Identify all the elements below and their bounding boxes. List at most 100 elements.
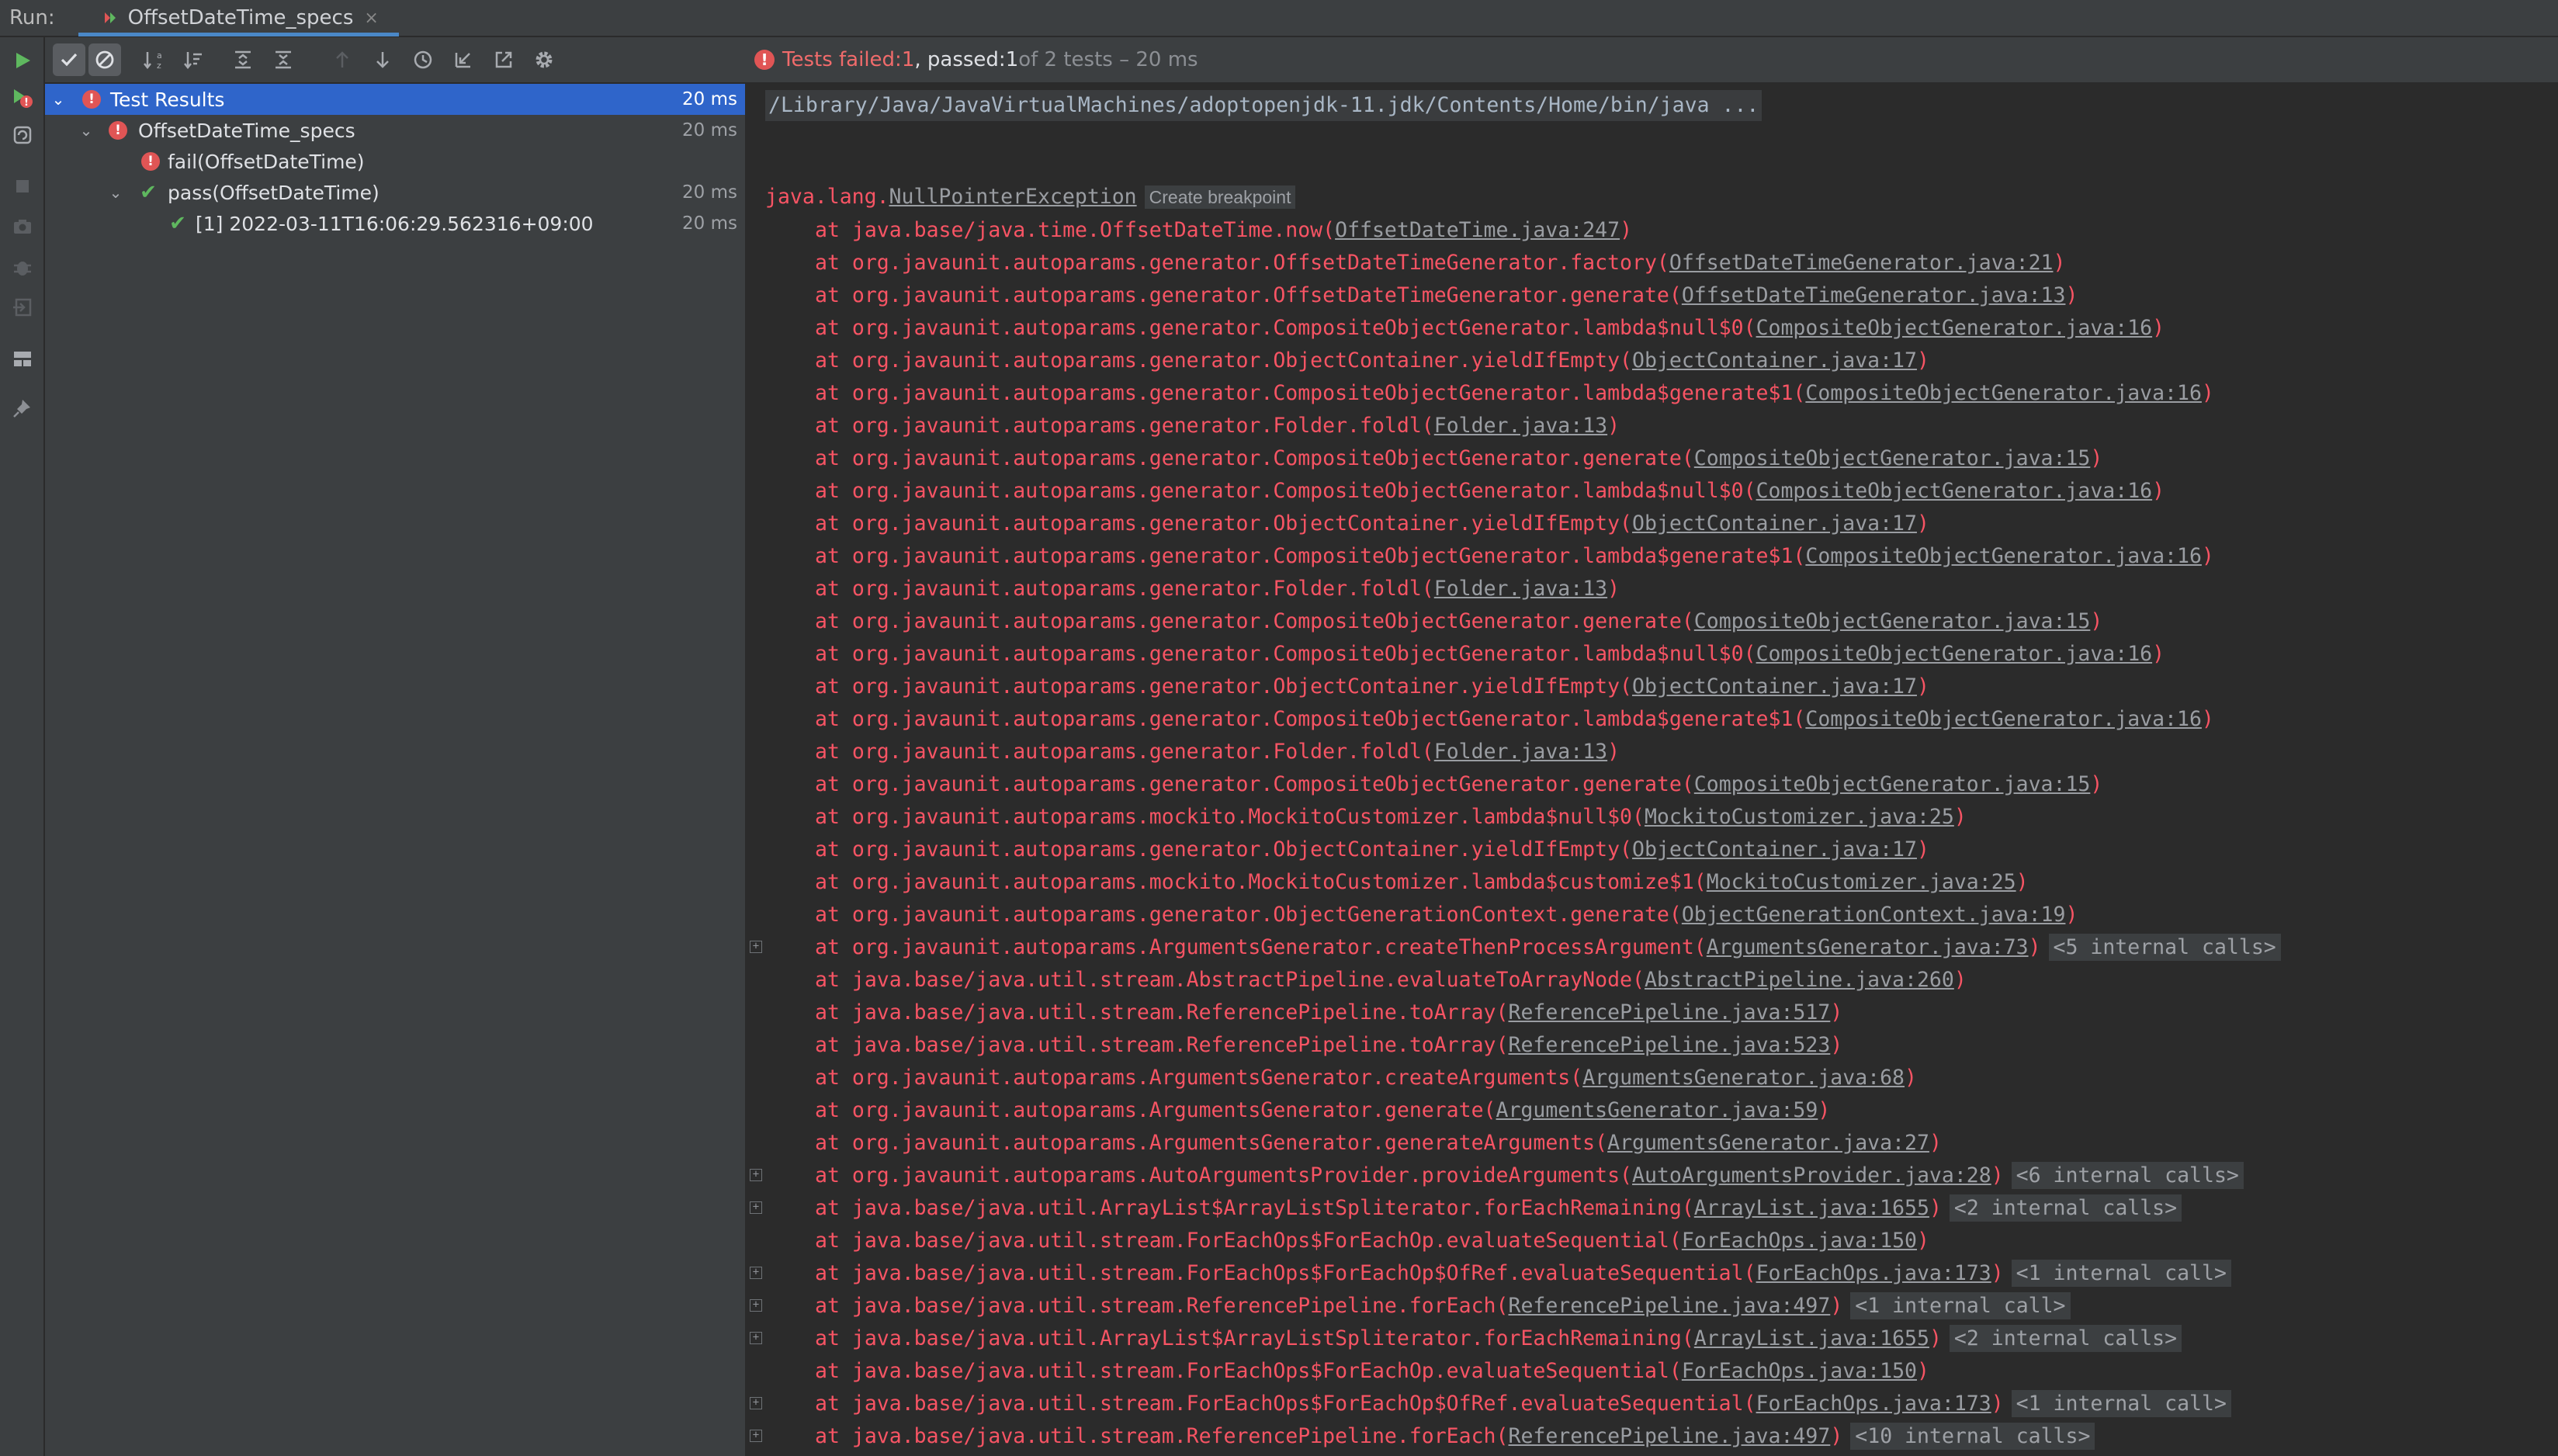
frame-source-link[interactable]: CompositeObjectGenerator.java:16 bbox=[1756, 316, 2153, 340]
frame-source-link[interactable]: AutoArgumentsProvider.java:28 bbox=[1632, 1163, 1991, 1187]
chevron-down-icon[interactable]: ⌄ bbox=[51, 90, 65, 109]
tree-row-fail-test[interactable]: ! fail(OffsetDateTime) bbox=[45, 146, 745, 177]
internal-calls-fold[interactable]: <1 internal call> bbox=[1850, 1292, 2071, 1319]
frame-source-link[interactable]: MockitoCustomizer.java:25 bbox=[1707, 870, 2016, 894]
toggle-auto-test-icon[interactable] bbox=[12, 124, 33, 146]
frame-source-link[interactable]: ReferencePipeline.java:517 bbox=[1508, 1000, 1830, 1024]
frame-source-link[interactable]: ArrayList.java:1655 bbox=[1694, 1326, 1929, 1350]
frame-method: org.javaunit.autoparams.generator.Offset… bbox=[851, 251, 1657, 275]
frame-source-link[interactable]: ForEachOps.java:150 bbox=[1682, 1359, 1917, 1383]
frame-at: at bbox=[815, 805, 852, 829]
chevron-down-icon[interactable]: ⌄ bbox=[109, 183, 123, 202]
create-breakpoint-link[interactable]: Create breakpoint bbox=[1144, 185, 1296, 209]
close-tab-icon[interactable]: × bbox=[364, 9, 378, 28]
paren: ) bbox=[1830, 1033, 1843, 1057]
settings-icon[interactable] bbox=[528, 43, 560, 76]
frame-source-link[interactable]: Folder.java:13 bbox=[1434, 577, 1607, 601]
tree-row-pass-test[interactable]: ⌄ ✔ pass(OffsetDateTime) 20 ms bbox=[45, 177, 745, 208]
frame-source-link[interactable]: ObjectGenerationContext.java:19 bbox=[1682, 903, 2066, 927]
internal-calls-fold[interactable]: <2 internal calls> bbox=[1949, 1325, 2182, 1352]
frame-source-link[interactable]: MockitoCustomizer.java:25 bbox=[1645, 805, 1954, 829]
frame-source-link[interactable]: ObjectContainer.java:17 bbox=[1632, 348, 1917, 373]
frame-source-link[interactable]: CompositeObjectGenerator.java:15 bbox=[1694, 446, 2091, 470]
internal-calls-fold[interactable]: <1 internal call> bbox=[2011, 1390, 2231, 1417]
internal-calls-fold[interactable]: <2 internal calls> bbox=[1949, 1194, 2182, 1222]
show-passed-icon[interactable] bbox=[53, 43, 85, 76]
frame-source-link[interactable]: CompositeObjectGenerator.java:16 bbox=[1805, 381, 2202, 405]
frame-source-link[interactable]: ForEachOps.java:173 bbox=[1756, 1261, 1991, 1285]
camera-icon[interactable] bbox=[12, 216, 33, 237]
sort-by-duration-icon[interactable] bbox=[177, 43, 210, 76]
expand-all-icon[interactable] bbox=[227, 43, 259, 76]
frame-source-link[interactable]: CompositeObjectGenerator.java:16 bbox=[1805, 544, 2202, 568]
history-icon[interactable] bbox=[407, 43, 439, 76]
tree-row-pass-invocation[interactable]: ✔ [1] 2022-03-11T16:06:29.562316+09:00 2… bbox=[45, 208, 745, 239]
previous-failed-icon[interactable] bbox=[326, 43, 359, 76]
frame-source-link[interactable]: ArgumentsGenerator.java:59 bbox=[1496, 1098, 1818, 1122]
internal-calls-fold[interactable]: <6 internal calls> bbox=[2011, 1162, 2244, 1189]
frame-source-link[interactable]: CompositeObjectGenerator.java:16 bbox=[1756, 479, 2153, 503]
tree-row-suite[interactable]: ⌄ ! OffsetDateTime_specs 20 ms bbox=[45, 115, 745, 146]
chevron-down-icon[interactable]: ⌄ bbox=[79, 121, 93, 140]
collapse-all-icon[interactable] bbox=[267, 43, 300, 76]
frame-source-link[interactable]: Folder.java:13 bbox=[1434, 740, 1607, 764]
stack-frame: at org.javaunit.autoparams.generator.Obj… bbox=[747, 671, 2558, 703]
expand-fold-icon[interactable]: + bbox=[750, 1169, 762, 1181]
frame-source-link[interactable]: ReferencePipeline.java:497 bbox=[1508, 1294, 1830, 1318]
exception-link[interactable]: NullPointerException bbox=[889, 185, 1137, 209]
frame-source-link[interactable]: ArgumentsGenerator.java:73 bbox=[1707, 935, 2029, 959]
next-failed-icon[interactable] bbox=[366, 43, 399, 76]
internal-calls-fold[interactable]: <1 internal call> bbox=[2011, 1260, 2231, 1287]
frame-source-link[interactable]: ObjectContainer.java:17 bbox=[1632, 511, 1917, 536]
paren: ( bbox=[1620, 674, 1633, 699]
export-tests-icon[interactable] bbox=[487, 43, 520, 76]
frame-source-link[interactable]: ObjectContainer.java:17 bbox=[1632, 674, 1917, 699]
frame-method: org.javaunit.autoparams.AutoArgumentsPro… bbox=[851, 1163, 1620, 1187]
frame-source-link[interactable]: ReferencePipeline.java:497 bbox=[1508, 1424, 1830, 1448]
expand-fold-icon[interactable]: + bbox=[750, 1267, 762, 1279]
expand-fold-icon[interactable]: + bbox=[750, 1201, 762, 1214]
stack-frame: at org.javaunit.autoparams.ArgumentsGene… bbox=[747, 1062, 2558, 1094]
frame-source-link[interactable]: ArgumentsGenerator.java:68 bbox=[1582, 1066, 1905, 1090]
tab-offsetdatetime-specs[interactable]: OffsetDateTime_specs × bbox=[78, 0, 399, 36]
pin-icon[interactable] bbox=[12, 397, 33, 419]
frame-source-link[interactable]: OffsetDateTimeGenerator.java:21 bbox=[1669, 251, 2054, 275]
expand-fold-icon[interactable]: + bbox=[750, 1299, 762, 1312]
frame-text: at org.javaunit.autoparams.mockito.Mocki… bbox=[815, 801, 1967, 834]
command-line[interactable]: /Library/Java/JavaVirtualMachines/adopto… bbox=[765, 90, 1763, 121]
frame-source-link[interactable]: ForEachOps.java:150 bbox=[1682, 1229, 1917, 1253]
layout-icon[interactable] bbox=[12, 348, 33, 369]
frame-source-link[interactable]: AbstractPipeline.java:260 bbox=[1645, 968, 1954, 992]
console-output[interactable]: /Library/Java/JavaVirtualMachines/adopto… bbox=[747, 84, 2558, 1456]
debug-icon[interactable] bbox=[12, 256, 33, 278]
expand-fold-icon[interactable]: + bbox=[750, 1332, 762, 1344]
import-tests-icon[interactable] bbox=[447, 43, 480, 76]
stop-icon[interactable] bbox=[12, 175, 33, 197]
frame-source-link[interactable]: CompositeObjectGenerator.java:15 bbox=[1694, 772, 2091, 796]
rerun-failed-icon[interactable]: ! bbox=[12, 87, 33, 109]
frame-source-link[interactable]: ObjectContainer.java:17 bbox=[1632, 837, 1917, 861]
rerun-icon[interactable] bbox=[12, 50, 33, 71]
frame-source-link[interactable]: ArrayList.java:1655 bbox=[1694, 1196, 1929, 1220]
sort-alphabetically-icon[interactable]: az bbox=[137, 43, 169, 76]
frame-source-link[interactable]: ArgumentsGenerator.java:27 bbox=[1607, 1131, 1929, 1155]
expand-fold-icon[interactable]: + bbox=[750, 941, 762, 953]
frame-source-link[interactable]: CompositeObjectGenerator.java:16 bbox=[1756, 642, 2153, 666]
expand-fold-icon[interactable]: + bbox=[750, 1397, 762, 1409]
internal-calls-fold[interactable]: <10 internal calls> bbox=[1850, 1423, 2095, 1450]
frame-source-link[interactable]: Folder.java:13 bbox=[1434, 414, 1607, 438]
frame-text: at java.base/java.util.stream.ForEachOps… bbox=[815, 1257, 2231, 1290]
frame-source-link[interactable]: OffsetDateTimeGenerator.java:13 bbox=[1682, 283, 2066, 307]
frame-source-link[interactable]: OffsetDateTime.java:247 bbox=[1335, 218, 1620, 242]
show-ignored-icon[interactable] bbox=[88, 43, 121, 76]
internal-calls-fold[interactable]: <5 internal calls> bbox=[2048, 934, 2281, 961]
tree-row-test-results[interactable]: ⌄ ! Test Results 20 ms bbox=[45, 84, 745, 115]
exit-icon[interactable] bbox=[12, 296, 33, 318]
expand-fold-icon[interactable]: + bbox=[750, 1430, 762, 1442]
frame-source-link[interactable]: ReferencePipeline.java:523 bbox=[1508, 1033, 1830, 1057]
frame-at: at bbox=[815, 968, 852, 992]
frame-source-link[interactable]: CompositeObjectGenerator.java:16 bbox=[1805, 707, 2202, 731]
frame-at: at bbox=[815, 316, 852, 340]
frame-source-link[interactable]: ForEachOps.java:173 bbox=[1756, 1392, 1991, 1416]
frame-source-link[interactable]: CompositeObjectGenerator.java:15 bbox=[1694, 609, 2091, 633]
